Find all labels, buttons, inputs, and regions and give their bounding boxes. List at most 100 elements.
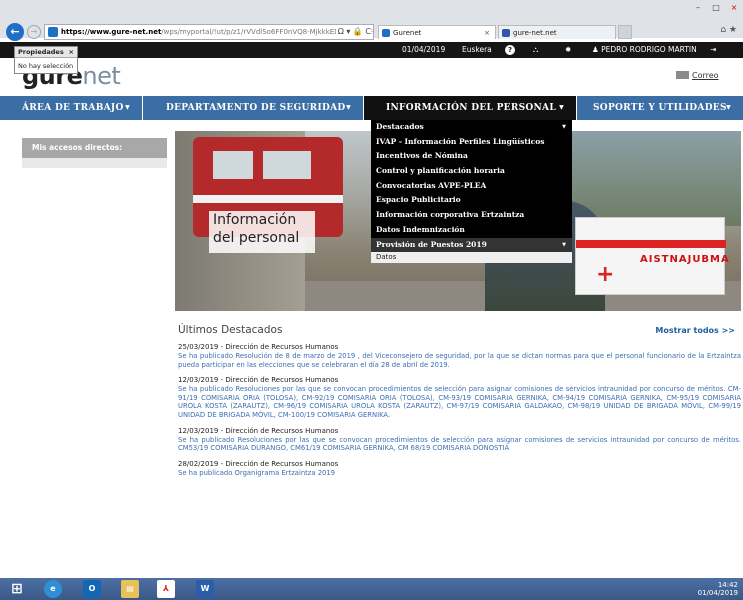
- shortcuts-title: Mis accesos directos:: [22, 138, 167, 158]
- banner-line-1: Información: [213, 212, 297, 228]
- main-nav: ÁREA DE TRABAJO ▼ DEPARTAMENTO DE SEGURID…: [0, 96, 743, 120]
- menu-item-destacados[interactable]: Destacados ▼: [371, 120, 572, 135]
- home-favorites-icons[interactable]: ⌂ ★: [720, 25, 737, 35]
- red-cross-icon: +: [596, 262, 615, 287]
- ambulance-lettering: AISTNAJUBMA: [640, 254, 730, 265]
- news-meta: 12/03/2019 - Dirección de Recursos Human…: [178, 376, 339, 385]
- tab-gurenet[interactable]: Gurenet ×: [378, 25, 496, 39]
- news-meta: 28/02/2019 - Dirección de Recursos Human…: [178, 459, 339, 468]
- maximize-button[interactable]: □: [711, 3, 721, 12]
- minimize-button[interactable]: –: [693, 3, 703, 12]
- file-explorer-icon[interactable]: ▤: [121, 580, 139, 598]
- tab-gure-net[interactable]: gure-net.net: [498, 25, 616, 39]
- news-link[interactable]: Se ha publicado Resoluciones por las que…: [178, 436, 741, 453]
- nav-label: ÁREA DE TRABAJO: [22, 103, 124, 113]
- nav-soporte-y-utilidades[interactable]: SOPORTE Y UTILIDADES ▼: [577, 96, 743, 120]
- site-icon: [48, 27, 58, 37]
- menu-item-label: Incentivos de Nómina: [376, 151, 468, 161]
- site-header: gurenet Correo: [0, 58, 743, 96]
- logout-icon[interactable]: ⇥: [710, 42, 716, 58]
- help-icon[interactable]: ?: [505, 45, 515, 55]
- menu-item-datos-indemnizacion[interactable]: Datos Indemnización: [371, 223, 572, 238]
- news-meta: 25/03/2019 - Dirección de Recursos Human…: [178, 343, 339, 351]
- news-item: 28/02/2019 - Dirección de Recursos Human…: [178, 460, 741, 478]
- nav-informacion-del-personal[interactable]: INFORMACIÓN DEL PERSONAL ▼: [364, 96, 577, 120]
- banner-ambulance: AISTNAJUBMA +: [575, 217, 729, 295]
- news-item: 12/03/2019 - Dirección de Recursos Human…: [178, 427, 741, 453]
- truck-stripe: [193, 195, 343, 203]
- tab-label: Gurenet: [393, 29, 422, 37]
- show-all-link[interactable]: Mostrar todos >>: [655, 326, 735, 335]
- window-controls: – □ ×: [693, 3, 739, 12]
- envelope-icon: [676, 71, 689, 79]
- shortcuts-panel: Mis accesos directos:: [22, 138, 167, 168]
- menu-item-espacio-publicitario[interactable]: Espacio Publicitario: [371, 193, 572, 208]
- clock-date: 01/04/2019: [697, 589, 738, 597]
- ambulance-stripe: [576, 240, 726, 248]
- popup-close-button[interactable]: ×: [69, 47, 74, 58]
- chevron-down-icon: ▼: [559, 104, 564, 111]
- pdf-reader-icon[interactable]: ⅄: [157, 580, 175, 598]
- submenu-item-datos[interactable]: Datos: [371, 252, 572, 264]
- menu-item-label: IVAP - Información Perfiles Lingüísticos: [376, 136, 545, 146]
- current-date: 01/04/2019: [402, 45, 446, 54]
- menu-item-convocatorias[interactable]: Convocatorias AVPE-PLEA: [371, 179, 572, 194]
- nav-label: SOPORTE Y UTILIDADES: [593, 103, 727, 113]
- menu-item-label: Datos Indemnización: [376, 224, 465, 234]
- browser-chrome: – □ × ← → https://www.gure-net.net/wps/m…: [0, 0, 743, 41]
- address-tools[interactable]: Ω ▾ 🔒 C: [335, 25, 371, 39]
- news-item: 25/03/2019 - Dirección de Recursos Human…: [178, 343, 741, 369]
- url-host: https://www.gure-net.net: [61, 28, 162, 36]
- menu-item-label: Control y planificación horaria: [376, 166, 505, 176]
- chevron-down-icon: ▼: [346, 104, 351, 111]
- popup-header: Propiedades ×: [15, 47, 77, 58]
- gear-icon[interactable]: ✹: [565, 42, 571, 58]
- word-icon[interactable]: W: [196, 580, 214, 598]
- latest-highlights: Últimos Destacados Mostrar todos >> 25/0…: [178, 324, 741, 477]
- user-name[interactable]: ♟ PEDRO RODRIGO MARTIN: [592, 42, 697, 58]
- menu-item-control-horaria[interactable]: Control y planificación horaria: [371, 164, 572, 179]
- banner-line-2: del personal: [213, 230, 300, 246]
- chevron-down-icon: ▼: [562, 124, 566, 130]
- system-clock[interactable]: 14:42 01/04/2019: [698, 581, 738, 597]
- logo-suffix: net: [82, 62, 121, 90]
- menu-item-label: Provisión de Puestos 2019: [376, 239, 487, 249]
- close-window-button[interactable]: ×: [729, 3, 739, 12]
- nav-label: INFORMACIÓN DEL PERSONAL: [386, 103, 556, 113]
- back-button[interactable]: ←: [6, 23, 24, 41]
- news-item: 12/03/2019 - Dirección de Recursos Human…: [178, 376, 741, 419]
- address-bar[interactable]: https://www.gure-net.net/wps/myportal/!u…: [44, 24, 374, 40]
- tab-label: gure-net.net: [513, 29, 557, 37]
- language-link[interactable]: Euskera: [462, 42, 492, 58]
- menu-item-label: Convocatorias AVPE-PLEA: [376, 180, 487, 190]
- forward-button[interactable]: →: [27, 25, 41, 39]
- news-link[interactable]: Se ha publicado Organigrama Ertzaintza 2…: [178, 469, 741, 478]
- properties-popup: Propiedades × No hay selección: [14, 46, 78, 74]
- truck-window: [213, 151, 253, 179]
- mail-link[interactable]: Correo: [676, 71, 719, 80]
- menu-item-info-corporativa[interactable]: Información corporativa Ertzaintza: [371, 208, 572, 223]
- menu-item-label: Destacados: [376, 122, 424, 131]
- menu-item-ivap[interactable]: IVAP - Información Perfiles Lingüísticos: [371, 135, 572, 150]
- clock-time: 14:42: [717, 581, 738, 589]
- gurenet-favicon-icon: [382, 29, 390, 37]
- chevron-down-icon: ▼: [125, 104, 130, 111]
- close-tab-button[interactable]: ×: [484, 26, 490, 40]
- internet-explorer-icon[interactable]: e: [44, 580, 62, 598]
- truck-window: [263, 151, 311, 179]
- nav-area-de-trabajo[interactable]: ÁREA DE TRABAJO ▼: [0, 96, 143, 120]
- mail-label: Correo: [692, 71, 719, 80]
- chevron-down-icon: ▼: [562, 241, 566, 248]
- nav-departamento-de-seguridad[interactable]: DEPARTAMENTO DE SEGURIDAD ▼: [143, 96, 364, 120]
- info-personal-dropdown: Destacados ▼ IVAP - Información Perfiles …: [371, 120, 572, 264]
- menu-item-label: Información corporativa Ertzaintza: [376, 210, 525, 220]
- news-link[interactable]: Se ha publicado Resoluciones por las que…: [178, 385, 741, 419]
- menu-item-incentivos[interactable]: Incentivos de Nómina: [371, 149, 572, 164]
- menu-item-provision-puestos[interactable]: Provisión de Puestos 2019 ▼: [371, 237, 572, 253]
- new-tab-button[interactable]: [618, 25, 632, 39]
- sitemap-icon[interactable]: ⛬: [533, 42, 538, 58]
- top-bar: 01/04/2019 Euskera ? ⛬ ✹ ♟ PEDRO RODRIGO…: [0, 42, 743, 58]
- start-button-icon[interactable]: ⊞: [8, 580, 26, 598]
- outlook-icon[interactable]: O: [83, 580, 101, 598]
- news-link[interactable]: Se ha publicado Resolución de 8 de marzo…: [178, 352, 741, 369]
